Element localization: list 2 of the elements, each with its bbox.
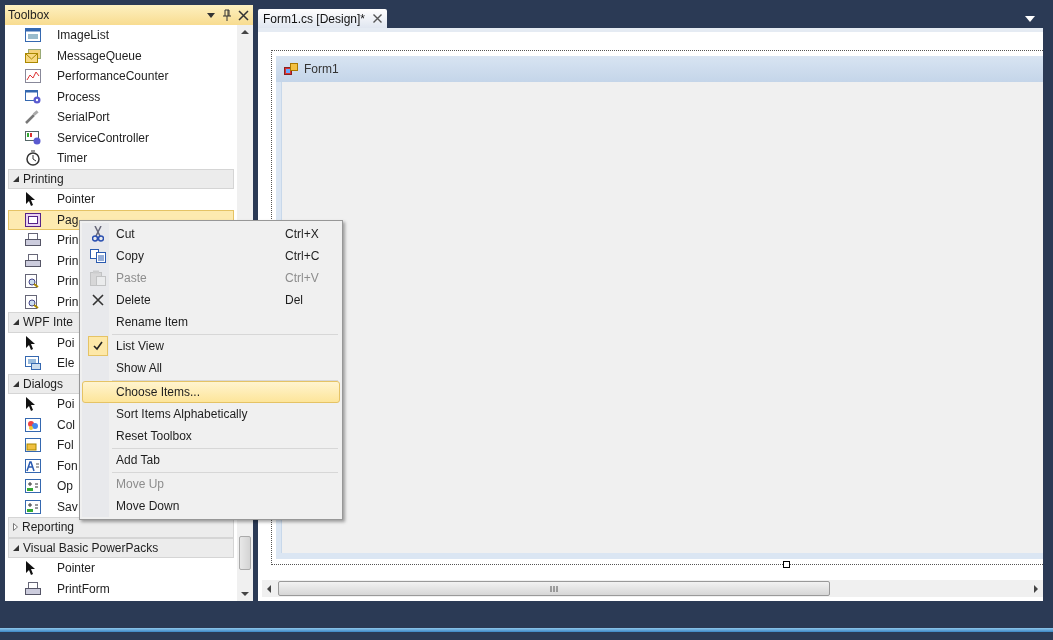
panel-title: Toolbox: [8, 8, 51, 22]
form-title: Form1: [304, 62, 339, 76]
